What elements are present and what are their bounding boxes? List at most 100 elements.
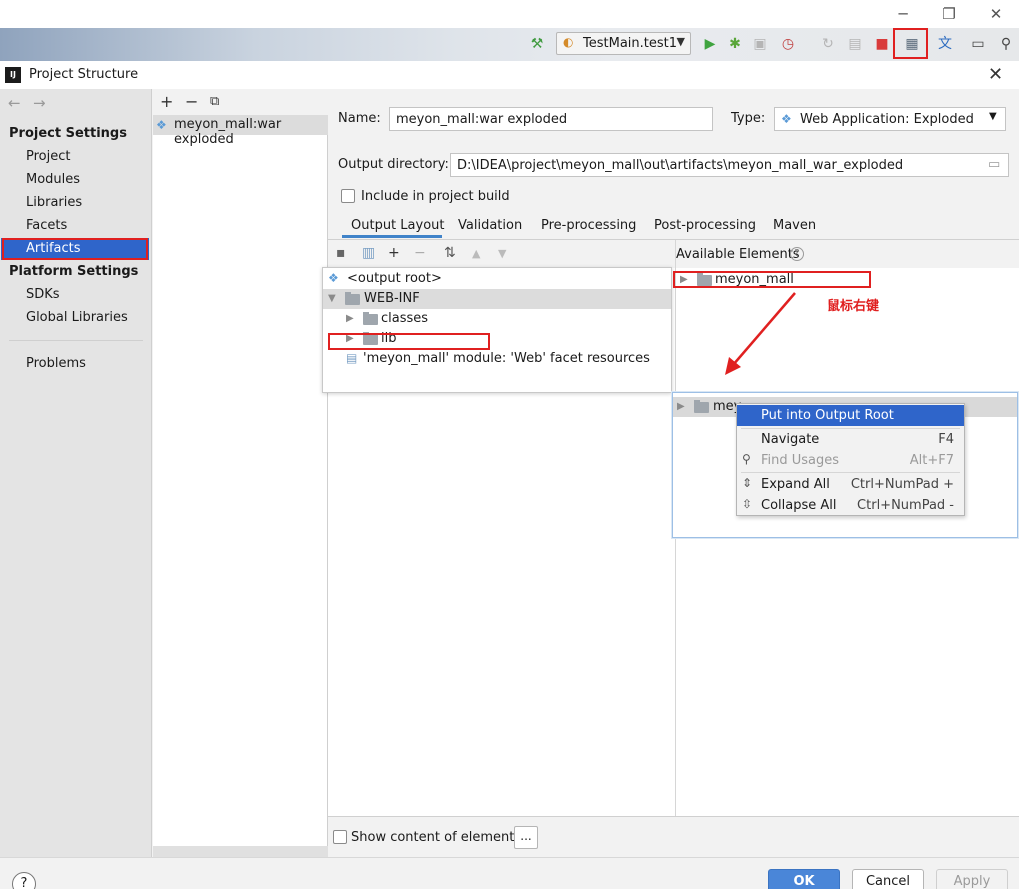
output-directory-field[interactable]: D:\IDEA\project\meyon_mall\out\artifacts… — [450, 153, 1009, 177]
active-tab-indicator — [342, 235, 442, 238]
layout-icon[interactable]: ▤ — [845, 34, 865, 54]
help-button[interactable]: ? — [12, 872, 36, 889]
search-icon[interactable]: ⚲ — [996, 34, 1016, 54]
dialog-title: Project Structure — [29, 67, 139, 82]
menu-item-shortcut: Ctrl+NumPad + — [850, 477, 954, 492]
archive-icon[interactable]: ▥ — [362, 245, 375, 261]
coverage-icon[interactable]: ▣ — [750, 34, 770, 54]
facet-resources-label: 'meyon_mall' module: 'Web' facet resourc… — [363, 351, 650, 366]
sidebar-item-libraries[interactable]: Libraries — [26, 195, 82, 210]
include-in-build-checkbox[interactable] — [341, 189, 355, 203]
name-field-value: meyon_mall:war exploded — [396, 112, 568, 127]
apply-button[interactable]: Apply — [936, 869, 1008, 889]
show-content-label: Show content of elements — [351, 830, 522, 845]
sidebar-item-global-libraries[interactable]: Global Libraries — [26, 310, 128, 325]
tab-output-layout[interactable]: Output Layout — [351, 218, 444, 233]
sort-icon[interactable]: ⇅ — [444, 245, 456, 261]
run-icon[interactable]: ▶ — [700, 34, 720, 54]
forward-arrow-icon[interactable]: → — [33, 94, 46, 112]
menu-item-label: Collapse All — [761, 498, 837, 513]
menu-item-label: Find Usages — [761, 453, 840, 468]
run-configuration-select[interactable]: ◐ TestMain.test1 ▼ — [556, 32, 691, 55]
tab-pre-processing[interactable]: Pre-processing — [541, 218, 636, 233]
collapsed-triangle-icon: ▶ — [677, 401, 685, 412]
artifact-item-label: meyon_mall:war exploded — [174, 117, 282, 147]
artifact-list-item[interactable]: ❖ meyon_mall:war exploded — [153, 115, 328, 147]
type-label: Type: — [731, 111, 766, 126]
output-root-label: <output root> — [347, 271, 442, 286]
sidebar-item-modules[interactable]: Modules — [26, 172, 80, 187]
name-field[interactable]: meyon_mall:war exploded — [389, 107, 713, 131]
expand-triangle-icon: ▼ — [328, 293, 336, 304]
menu-item-put-into-output-root[interactable]: Put into Output Root — [737, 405, 964, 426]
tab-post-processing[interactable]: Post-processing — [654, 218, 756, 233]
menu-item-collapse-all[interactable]: ⇳ Collapse All Ctrl+NumPad - — [737, 495, 964, 516]
move-down-icon[interactable]: ▼ — [498, 247, 506, 260]
move-up-icon[interactable]: ▲ — [472, 247, 480, 260]
settings-sidebar: ← → Project Settings Project Modules Lib… — [0, 89, 152, 857]
annotation-arrow-icon — [725, 292, 796, 375]
collapsed-triangle-icon: ▶ — [346, 313, 354, 324]
folder-icon — [363, 312, 378, 325]
show-content-checkbox[interactable] — [333, 830, 347, 844]
chevron-down-icon: ▼ — [676, 35, 685, 48]
sidebar-item-project[interactable]: Project — [26, 149, 70, 164]
help-icon[interactable]: ? — [790, 247, 804, 261]
menu-item-label: Navigate — [761, 432, 820, 447]
translate-icon[interactable]: 文 — [935, 34, 955, 54]
menu-item-shortcut: F4 — [938, 432, 954, 447]
artifact-icon: ❖ — [328, 271, 339, 285]
artifact-toolbar: + − ⧉ — [153, 89, 328, 115]
sidebar-divider — [9, 340, 143, 341]
available-elements-header: Available Elements ? — [676, 240, 1019, 268]
copy-artifact-button[interactable]: ⧉ — [210, 94, 219, 109]
tab-maven[interactable]: Maven — [773, 218, 816, 233]
intellij-logo-icon: IJ — [5, 67, 21, 83]
run-config-icon: ◐ — [563, 35, 574, 49]
web-facet-icon: ▤ — [346, 351, 358, 365]
available-elements-label: Available Elements — [676, 247, 800, 262]
debug-icon[interactable]: ✱ — [725, 34, 745, 54]
restore-button[interactable]: ❐ — [934, 2, 964, 26]
collapse-all-icon: ⇳ — [742, 497, 753, 511]
type-select[interactable]: ❖ Web Application: Exploded ▼ — [774, 107, 1006, 131]
remove-icon[interactable]: − — [414, 245, 426, 261]
sidebar-item-problems[interactable]: Problems — [26, 356, 86, 371]
menu-item-expand-all[interactable]: ⇕ Expand All Ctrl+NumPad + — [737, 474, 964, 495]
tree-node-classes[interactable]: ▶ classes — [323, 309, 671, 329]
back-arrow-icon[interactable]: ← — [8, 94, 21, 112]
add-artifact-button[interactable]: + — [160, 92, 173, 111]
terminal-icon[interactable]: ▭ — [968, 34, 988, 54]
tree-node-output-root[interactable]: ❖ <output root> — [323, 269, 671, 289]
tree-node-facet-resources[interactable]: ▤ 'meyon_mall' module: 'Web' facet resou… — [323, 349, 671, 369]
cancel-button[interactable]: Cancel — [852, 869, 924, 889]
build-hammer-icon[interactable]: ⚒ — [527, 34, 547, 54]
ok-button[interactable]: OK — [768, 869, 840, 889]
lib-highlight-box — [328, 333, 490, 350]
sidebar-item-sdks[interactable]: SDKs — [26, 287, 60, 302]
menu-item-navigate[interactable]: Navigate F4 — [737, 429, 964, 450]
classes-label: classes — [381, 311, 429, 326]
artifacts-highlight-box — [2, 238, 148, 260]
browse-folder-icon[interactable]: ▭ — [988, 157, 1000, 172]
stop-icon[interactable]: ■ — [872, 34, 892, 54]
name-label: Name: — [338, 111, 381, 126]
menu-item-find-usages[interactable]: ⚲ Find Usages Alt+F7 — [737, 450, 964, 471]
tree-node-web-inf[interactable]: ▼ WEB-INF — [323, 289, 671, 309]
sidebar-item-facets[interactable]: Facets — [26, 218, 67, 233]
add-copy-icon[interactable]: + — [388, 245, 400, 261]
context-menu: Put into Output Root Navigate F4 ⚲ Find … — [736, 403, 965, 516]
window-close-button[interactable]: ✕ — [981, 2, 1011, 26]
minimize-button[interactable]: ─ — [888, 2, 918, 26]
artifact-list-panel: + − ⧉ ❖ meyon_mall:war exploded — [153, 89, 328, 857]
search-icon: ⚲ — [742, 452, 751, 466]
new-directory-icon[interactable]: ▪ — [336, 245, 346, 261]
more-options-button[interactable]: ... — [514, 826, 538, 849]
tab-validation[interactable]: Validation — [458, 218, 522, 233]
horizontal-scrollbar[interactable] — [153, 846, 328, 857]
reload-icon[interactable]: ↻ — [818, 34, 838, 54]
type-select-value: Web Application: Exploded — [800, 112, 974, 127]
profile-icon[interactable]: ◷ — [778, 34, 798, 54]
dialog-close-button[interactable]: ✕ — [988, 64, 1003, 85]
remove-artifact-button[interactable]: − — [185, 92, 198, 111]
